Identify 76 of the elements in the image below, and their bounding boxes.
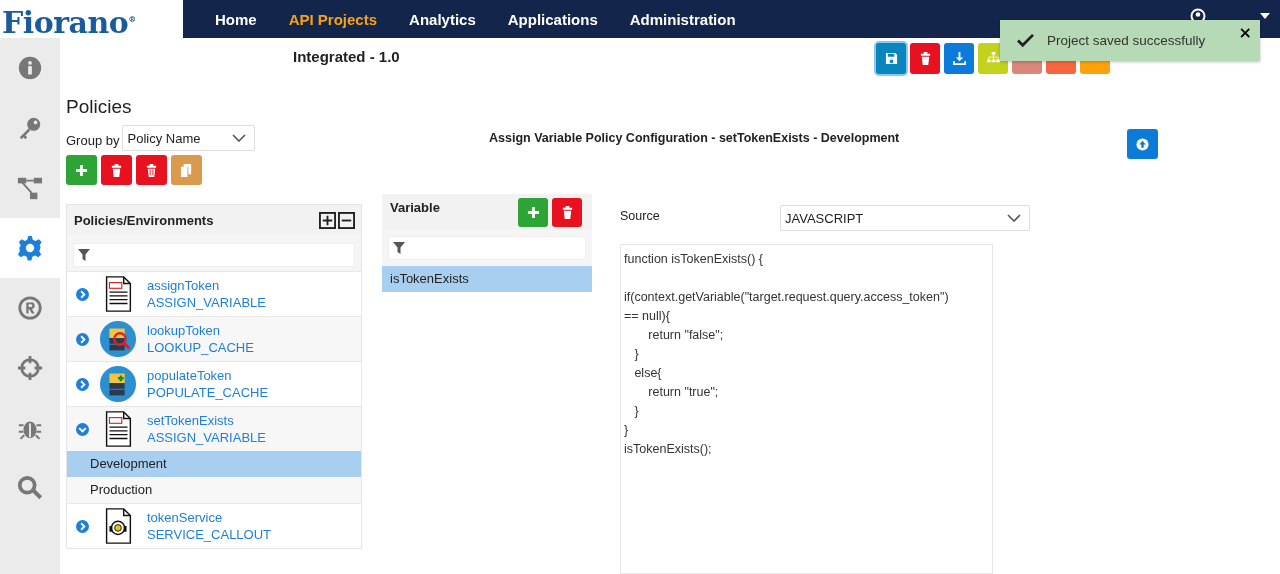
policy-type: POPULATE_CACHE [147,385,269,400]
close-button[interactable]: × [1238,23,1252,42]
flow-diagram-icon [17,175,43,201]
trash-icon [110,163,123,177]
trash-icon [918,52,932,65]
source-label: Source [620,209,661,223]
group-by-select[interactable]: Policy Name [122,125,256,151]
policy-name-link[interactable]: tokenService [147,510,272,525]
add-button[interactable] [518,197,548,227]
expand-all-icon[interactable] [319,211,336,229]
filter-icon [393,242,405,254]
nav-link[interactable]: Analytics [409,10,476,28]
policy-name-link[interactable]: setTokenExists [147,413,266,428]
environment-item[interactable]: Production [67,477,361,503]
policy-type: ASSIGN_VARIABLE [147,295,266,310]
project-title: Integrated - 1.0 [293,48,400,67]
nav-link[interactable]: Administration [629,10,736,28]
expand-toggle-icon[interactable] [76,422,89,436]
filter-field[interactable] [73,243,355,267]
info-icon [17,55,43,81]
panel-title: Policies/Environments [74,212,214,228]
environment-item[interactable]: Development [67,451,361,477]
nav-link[interactable]: API Projects [288,10,378,28]
download-icon [952,52,966,65]
delete-all-button[interactable] [136,155,167,185]
chevron-down-icon [232,134,247,142]
variable-item[interactable]: isTokenExists [382,266,592,292]
check-icon [1016,33,1035,48]
plus-icon [75,163,88,177]
key-icon [17,115,43,141]
plus-icon [526,205,540,219]
expand-toggle-icon[interactable] [76,377,89,391]
collapse-all-icon[interactable] [338,211,355,229]
copy-button[interactable] [171,155,202,185]
database-icon [99,365,137,403]
policy-type: ASSIGN_VARIABLE [147,430,266,445]
crosshair-icon [17,355,43,381]
trash-icon [145,163,158,177]
copy-icon [180,163,193,177]
sitemap-icon [986,52,1000,65]
logo: Fiorano$^{®}$ [0,0,183,38]
policy-type: SERVICE_CALLOUT [147,527,272,542]
policy-name-link[interactable]: lookupToken [147,323,254,338]
sidebar-item[interactable] [0,218,60,278]
policy-name-link[interactable]: assignToken [147,278,266,293]
panel-title: Variable [390,199,440,215]
chevron-down-icon [1007,214,1021,222]
nav-link[interactable]: Applications [507,10,598,28]
registered-mark-icon [17,295,43,321]
expand-toggle-icon[interactable] [76,332,89,346]
source-select[interactable]: JAVASCRIPT [780,205,1030,231]
save-button[interactable] [876,43,906,74]
filter-icon [78,249,90,261]
toast-message: Project saved successfully [1047,33,1206,48]
group-by-label: Group by [66,132,120,148]
delete-button[interactable] [552,197,582,227]
add-button[interactable] [66,155,97,185]
policy-type: LOOKUP_CACHE [147,340,254,355]
filter-field[interactable] [388,236,586,260]
settings-icon [17,235,43,261]
policy-name-link[interactable]: populateToken [147,368,269,383]
expand-toggle-icon[interactable] [76,287,89,301]
upload-button[interactable] [1127,129,1158,159]
upload-icon [1136,137,1149,151]
delete-button[interactable] [910,43,940,74]
configuration-title: Assign Variable Policy Configuration - setTokenExists - Development [489,131,900,145]
database-icon [99,320,137,358]
caret-icon[interactable] [1260,13,1270,19]
download-button[interactable] [944,43,974,74]
delete-button[interactable] [101,155,132,185]
nav-link[interactable]: Home [215,10,257,28]
expand-toggle-icon[interactable] [76,519,89,533]
search-icon [17,475,43,501]
trash-icon [560,205,574,219]
code-editor[interactable]: function isTokenExists() { if(context.getVariable("target.request.query.access_token") == null){ return "false"; } else{ return "true"; } } isTokenExists(); [620,244,993,574]
section-title: Policies [66,96,133,118]
